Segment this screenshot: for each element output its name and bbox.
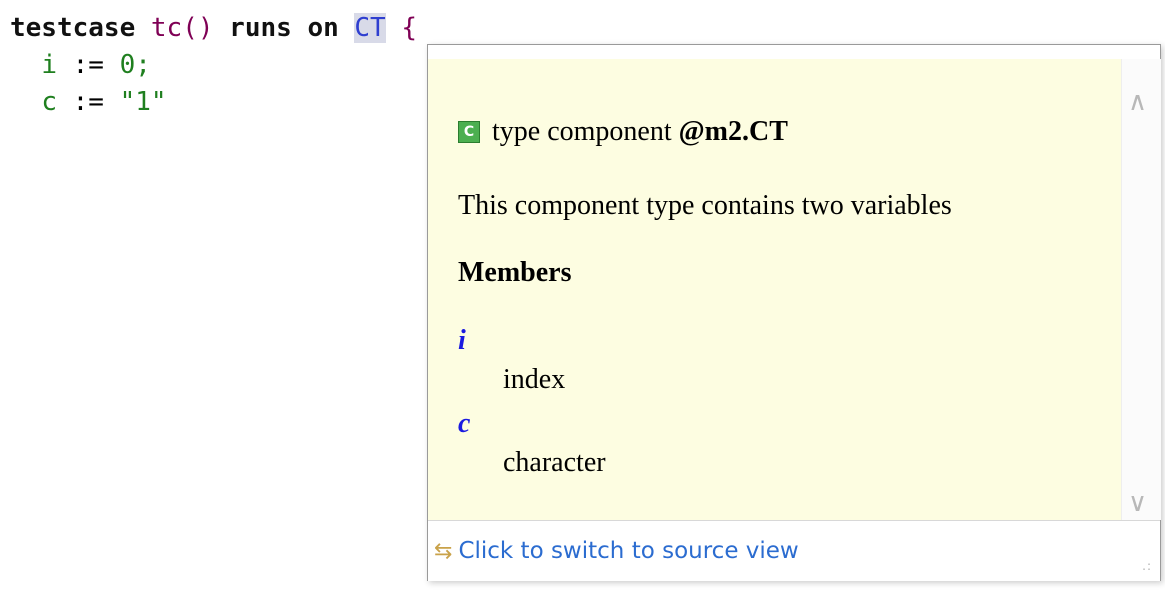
title-name: @m2.CT: [678, 116, 788, 147]
var-name-c: c: [41, 87, 57, 117]
chevron-down-icon[interactable]: ∨: [1128, 488, 1147, 518]
vertical-scrollbar[interactable]: ∧ ∨: [1121, 59, 1161, 520]
doc-header: C type component @m2.CT: [458, 116, 788, 148]
assign-operator: :=: [56, 50, 120, 80]
member-desc: character: [503, 447, 606, 478]
doc-panel: C type component @m2.CT This component t…: [428, 59, 1121, 520]
resize-grip-icon[interactable]: .:: [1142, 559, 1152, 573]
assign-operator: :=: [56, 87, 120, 117]
component-c-icon: C: [458, 121, 480, 143]
member-name: i: [458, 325, 466, 356]
popup-footer: ⇆ Click to switch to source view .:: [428, 520, 1160, 581]
var-value-c: "1": [119, 87, 167, 117]
testcase-name: tc(): [150, 13, 214, 43]
open-brace: {: [401, 13, 418, 43]
members-heading: Members: [458, 257, 572, 288]
code-editor[interactable]: testcase tc() runs on CT { i := 0; c := …: [10, 10, 417, 121]
switch-view-icon[interactable]: ⇆: [434, 539, 452, 564]
var-value-i: 0;: [119, 50, 151, 80]
member-name: c: [458, 408, 471, 439]
code-line-2: i := 0;: [10, 47, 417, 84]
keyword-testcase: testcase: [10, 13, 136, 43]
hover-popup[interactable]: C type component @m2.CT This component t…: [427, 44, 1161, 581]
keyword-runs-on: runs on: [229, 13, 339, 43]
member-desc: index: [503, 364, 566, 395]
chevron-up-icon[interactable]: ∧: [1128, 87, 1147, 117]
code-line-3: c := "1": [10, 84, 417, 121]
switch-source-link[interactable]: Click to switch to source view: [458, 538, 798, 564]
code-line-1: testcase tc() runs on CT {: [10, 10, 417, 47]
title-prefix: type component: [492, 116, 672, 147]
type-reference-ct[interactable]: CT: [354, 13, 386, 43]
doc-description: This component type contains two variabl…: [458, 190, 952, 221]
var-name-i: i: [41, 50, 57, 80]
